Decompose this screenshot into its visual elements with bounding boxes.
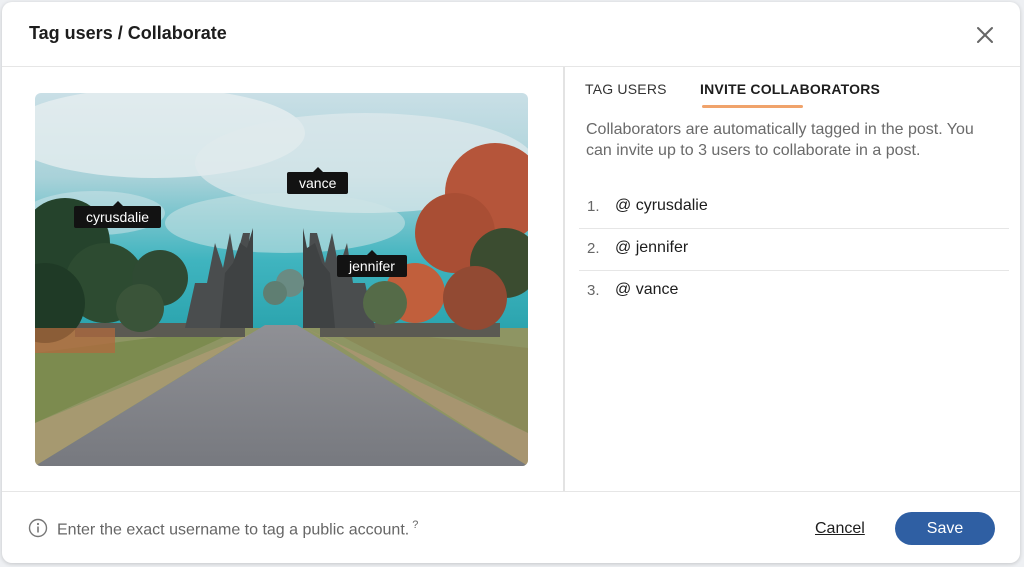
tab-invite-collaborators[interactable]: INVITE COLLABORATORS	[700, 81, 880, 97]
list-item-number: 1.	[587, 198, 600, 215]
help-marker[interactable]: ?	[412, 519, 418, 531]
collaborators-list: 1. @ cyrusdalie 2. @ jennifer 3. @ vance	[579, 187, 1009, 312]
list-item[interactable]: 3. @ vance	[579, 271, 1009, 312]
tab-tag-users[interactable]: TAG USERS	[585, 81, 667, 97]
close-button[interactable]	[974, 24, 996, 46]
photo-tag-jennifer[interactable]: jennifer	[337, 250, 407, 277]
collaborate-pane: TAG USERS INVITE COLLABORATORS Collabora…	[565, 67, 1020, 491]
list-item-username: @ vance	[615, 281, 679, 298]
list-item-number: 3.	[587, 282, 600, 299]
post-photo[interactable]: cyrusdalie vance jennifer	[35, 93, 528, 466]
list-item-username: @ cyrusdalie	[615, 197, 708, 214]
close-icon	[977, 27, 993, 43]
list-item-username: @ jennifer	[615, 239, 689, 256]
list-item[interactable]: 2. @ jennifer	[579, 229, 1009, 271]
cancel-button[interactable]: Cancel	[815, 520, 865, 538]
photo-image	[35, 93, 528, 466]
tab-bar: TAG USERS INVITE COLLABORATORS	[565, 67, 1020, 111]
list-item-number: 2.	[587, 240, 600, 257]
photo-tag-vance[interactable]: vance	[287, 167, 349, 194]
modal-title: Tag users / Collaborate	[29, 23, 227, 43]
active-tab-indicator	[702, 105, 803, 108]
list-item[interactable]: 1. @ cyrusdalie	[579, 187, 1009, 229]
photo-tag-cyrusdalie[interactable]: cyrusdalie	[74, 201, 162, 228]
save-button[interactable]: Save	[895, 512, 995, 545]
tag-users-modal: Tag users / Collaborate cyrusdalie vance…	[2, 2, 1020, 563]
modal-header: Tag users / Collaborate	[2, 2, 1020, 67]
collaborators-description: Collaborators are automatically tagged i…	[586, 121, 974, 159]
info-icon	[28, 518, 48, 538]
tag-hint: Enter the exact username to tag a public…	[57, 519, 418, 539]
photo-pane: cyrusdalie vance jennifer	[2, 67, 563, 491]
modal-footer: Enter the exact username to tag a public…	[2, 491, 1020, 563]
tag-hint-text: Enter the exact username to tag a public…	[57, 521, 410, 539]
